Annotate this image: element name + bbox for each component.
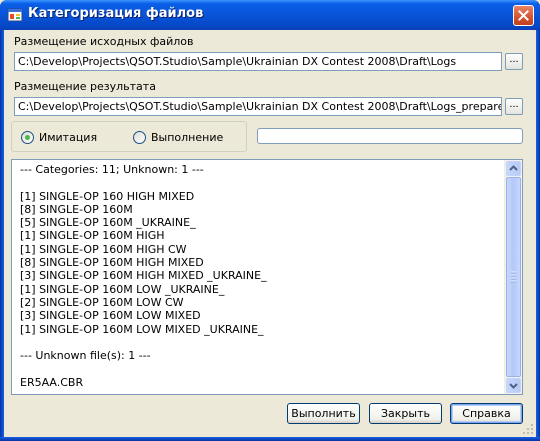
resize-grip-icon[interactable] [522, 423, 534, 435]
output-text: --- Categories: 11; Unknown: 1 --- [1] S… [20, 163, 267, 389]
source-browse-button[interactable]: ... [505, 53, 523, 70]
window-title: Категоризация файлов [28, 6, 204, 21]
scroll-thumb[interactable] [506, 177, 521, 377]
mode-group: Имитация Выполнение [11, 121, 247, 152]
progress-bar [257, 128, 523, 144]
source-path-label: Размещение исходных файлов [14, 35, 194, 48]
help-button[interactable]: Справка [450, 403, 523, 424]
thumb-grip-icon [511, 271, 516, 283]
run-button[interactable]: Выполнить [287, 403, 360, 424]
result-path-field[interactable]: C:\Develop\Projects\QSOT.Studio\Sample\U… [14, 97, 502, 116]
execution-radio-label[interactable]: Выполнение [151, 131, 223, 144]
simulation-radio[interactable] [21, 131, 34, 144]
output-textarea[interactable]: --- Categories: 11; Unknown: 1 --- [1] S… [11, 159, 523, 395]
execution-radio[interactable] [133, 131, 146, 144]
window-frame-bottom [0, 437, 540, 441]
app-window-icon [7, 8, 23, 22]
result-browse-button[interactable]: ... [505, 98, 523, 115]
window-frame-right [536, 30, 540, 441]
scroll-down-button[interactable] [506, 378, 521, 393]
simulation-radio-label[interactable]: Имитация [39, 131, 97, 144]
chevron-up-icon [509, 165, 518, 171]
result-path-label: Размещение результата [14, 80, 156, 93]
ellipsis-icon: ... [509, 53, 519, 65]
vertical-scrollbar[interactable] [504, 160, 522, 394]
close-button[interactable]: Закрыть [369, 403, 442, 424]
source-path-field[interactable]: C:\Develop\Projects\QSOT.Studio\Sample\U… [14, 52, 502, 71]
ellipsis-icon: ... [509, 98, 519, 110]
close-icon [518, 10, 529, 21]
scroll-up-button[interactable] [506, 161, 521, 176]
close-window-button[interactable] [513, 5, 534, 26]
chevron-down-icon [509, 383, 518, 389]
title-bar[interactable]: Категоризация файлов [0, 0, 540, 30]
